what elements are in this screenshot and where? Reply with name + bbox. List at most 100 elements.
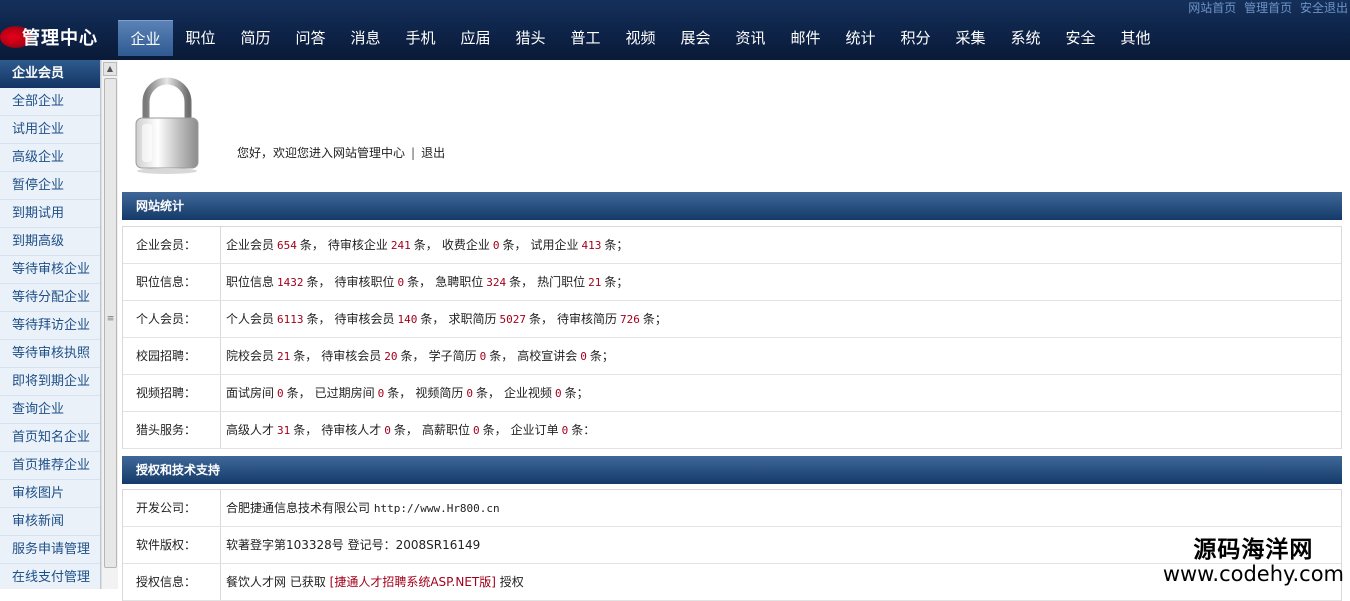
nav-tab-system[interactable]: 系统	[998, 20, 1053, 56]
sidebar-item-pending-assign[interactable]: 等待分配企业	[0, 284, 100, 312]
sidebar-item-pending-review[interactable]: 等待审核企业	[0, 256, 100, 284]
stat-count[interactable]: 0	[555, 387, 562, 400]
scroll-up-arrow-icon[interactable]: ▲	[103, 62, 117, 76]
company-url[interactable]: http://www.Hr800.cn	[374, 502, 500, 515]
sidebar-scrollbar[interactable]: ▲ ≡	[101, 60, 118, 589]
table-row: 授权信息： 餐饮人才网 已获取 [捷通人才招聘系统ASP.NET版] 授权	[123, 564, 1341, 601]
logout-link[interactable]: 退出	[421, 146, 445, 160]
stat-label: 热门职位	[537, 275, 586, 289]
sidebar-item-expiring-soon[interactable]: 即将到期企业	[0, 368, 100, 396]
row-value: 面试房间 0 条， 已过期房间 0 条， 视频简历 0 条， 企业视频 0 条；	[221, 375, 1341, 411]
sidebar-item-online-payment[interactable]: 在线支付管理	[0, 564, 100, 589]
stat-label: 职位信息	[226, 275, 275, 289]
logo-text: 管理中心	[22, 28, 98, 49]
row-value: 企业会员 654 条， 待审核企业 241 条， 收费企业 0 条， 试用企业 413 条；	[221, 227, 1341, 263]
stat-count[interactable]: 0	[480, 350, 487, 363]
sidebar-item-search-enterprise[interactable]: 查询企业	[0, 396, 100, 424]
stat-count[interactable]: 0	[473, 424, 480, 437]
stat-count[interactable]: 0	[398, 276, 405, 289]
table-row: 企业会员： 企业会员 654 条， 待审核企业 241 条， 收费企业 0 条， 试用企业 413 条；	[123, 227, 1341, 264]
stat-unit: 条；	[604, 275, 629, 289]
license-product: [捷通人才招聘系统ASP.NET版]	[329, 575, 496, 589]
nav-tab-graduates[interactable]: 应届	[448, 20, 503, 56]
license-suffix: 授权	[499, 575, 524, 589]
stat-count[interactable]: 0	[378, 387, 385, 400]
stats-table: 企业会员： 企业会员 654 条， 待审核企业 241 条， 收费企业 0 条， 试用企业 413 条；…	[122, 226, 1342, 449]
logo: 管理中心	[0, 20, 118, 56]
sidebar-item-recommended-home[interactable]: 首页推荐企业	[0, 452, 100, 480]
stat-count[interactable]: 0	[466, 387, 473, 400]
nav-tab-collect[interactable]: 采集	[943, 20, 998, 56]
stat-count[interactable]: 20	[384, 350, 397, 363]
stat-count[interactable]: 0	[493, 239, 500, 252]
stat-count[interactable]: 5027	[499, 313, 526, 326]
link-admin-home[interactable]: 管理首页	[1244, 1, 1292, 15]
nav-tab-resumes[interactable]: 简历	[228, 20, 283, 56]
stat-label: 高薪职位	[421, 423, 470, 437]
nav-tab-news[interactable]: 资讯	[723, 20, 778, 56]
nav-tab-mobile[interactable]: 手机	[393, 20, 448, 56]
stat-label: 急聘职位	[435, 275, 484, 289]
stat-unit: 条，	[475, 386, 500, 400]
stat-count[interactable]: 0	[562, 424, 569, 437]
sidebar-item-suspended-enterprises[interactable]: 暂停企业	[0, 172, 100, 200]
nav-tab-enterprise[interactable]: 企业	[118, 20, 173, 56]
support-panel-title: 授权和技术支持	[122, 456, 1342, 484]
nav-tab-mail[interactable]: 邮件	[778, 20, 833, 56]
nav-tab-exhibition[interactable]: 展会	[668, 20, 723, 56]
nav-tab-headhunter[interactable]: 猎头	[503, 20, 558, 56]
sidebar-item-premium-enterprises[interactable]: 高级企业	[0, 144, 100, 172]
row-label: 职位信息：	[123, 264, 221, 300]
sidebar-item-service-requests[interactable]: 服务申请管理	[0, 536, 100, 564]
sidebar-item-pending-visit[interactable]: 等待拜访企业	[0, 312, 100, 340]
nav-tab-jobs[interactable]: 职位	[173, 20, 228, 56]
stat-count[interactable]: 0	[384, 424, 391, 437]
link-site-home[interactable]: 网站首页	[1188, 1, 1236, 15]
sidebar-item-review-news[interactable]: 审核新闻	[0, 508, 100, 536]
sidebar-item-expired-trial[interactable]: 到期试用	[0, 200, 100, 228]
nav-tab-points[interactable]: 积分	[888, 20, 943, 56]
table-row: 校园招聘： 院校会员 21 条， 待审核会员 20 条， 学子简历 0 条， 高校宣讲会 0 条；	[123, 338, 1341, 375]
nav-tab-video[interactable]: 视频	[613, 20, 668, 56]
stat-count[interactable]: 726	[620, 313, 640, 326]
stat-count[interactable]: 324	[486, 276, 506, 289]
stat-label: 高校宣讲会	[517, 349, 578, 363]
stat-count[interactable]: 31	[277, 424, 290, 437]
stat-unit: 条，	[528, 312, 553, 326]
stat-unit: 条，	[489, 349, 514, 363]
stat-unit: 条，	[306, 312, 331, 326]
nav-tab-qa[interactable]: 问答	[283, 20, 338, 56]
sidebar: 企业会员 全部企业 试用企业 高级企业 暂停企业 到期试用 到期高级 等待审核企…	[0, 60, 101, 589]
stat-count[interactable]: 21	[588, 276, 601, 289]
sidebar-item-pending-license[interactable]: 等待审核执照	[0, 340, 100, 368]
nav-tab-general-workers[interactable]: 普工	[558, 20, 613, 56]
stat-count[interactable]: 1432	[277, 276, 304, 289]
stat-count[interactable]: 6113	[277, 313, 304, 326]
stat-count[interactable]: 0	[580, 350, 587, 363]
table-row: 职位信息： 职位信息 1432 条， 待审核职位 0 条， 急聘职位 324 条， 热门职位 21 条；	[123, 264, 1341, 301]
stats-panel-title: 网站统计	[122, 192, 1342, 220]
stat-unit: 条，	[293, 423, 318, 437]
scrollbar-thumb[interactable]: ≡	[104, 78, 117, 568]
stat-count[interactable]: 654	[277, 239, 297, 252]
stat-count[interactable]: 140	[398, 313, 418, 326]
row-label: 校园招聘：	[123, 338, 221, 374]
stat-label: 视频简历	[415, 386, 464, 400]
sidebar-item-trial-enterprises[interactable]: 试用企业	[0, 116, 100, 144]
sidebar-item-all-enterprises[interactable]: 全部企业	[0, 88, 100, 116]
nav-tab-statistics[interactable]: 统计	[833, 20, 888, 56]
support-table: 开发公司： 合肥捷通信息技术有限公司 http://www.Hr800.cn 软…	[122, 489, 1342, 601]
nav-tab-messages[interactable]: 消息	[338, 20, 393, 56]
sidebar-item-expired-premium[interactable]: 到期高级	[0, 228, 100, 256]
stat-count[interactable]: 21	[277, 350, 290, 363]
sidebar-item-famous-home[interactable]: 首页知名企业	[0, 424, 100, 452]
stat-count[interactable]: 413	[581, 239, 601, 252]
stat-count[interactable]: 241	[391, 239, 411, 252]
stat-count[interactable]: 0	[277, 387, 284, 400]
stat-label: 个人会员	[226, 312, 275, 326]
nav-tab-other[interactable]: 其他	[1108, 20, 1163, 56]
link-safe-logout[interactable]: 安全退出	[1300, 1, 1348, 15]
sidebar-item-review-images[interactable]: 审核图片	[0, 480, 100, 508]
nav-tab-security[interactable]: 安全	[1053, 20, 1108, 56]
stat-label: 收费企业	[441, 238, 490, 252]
